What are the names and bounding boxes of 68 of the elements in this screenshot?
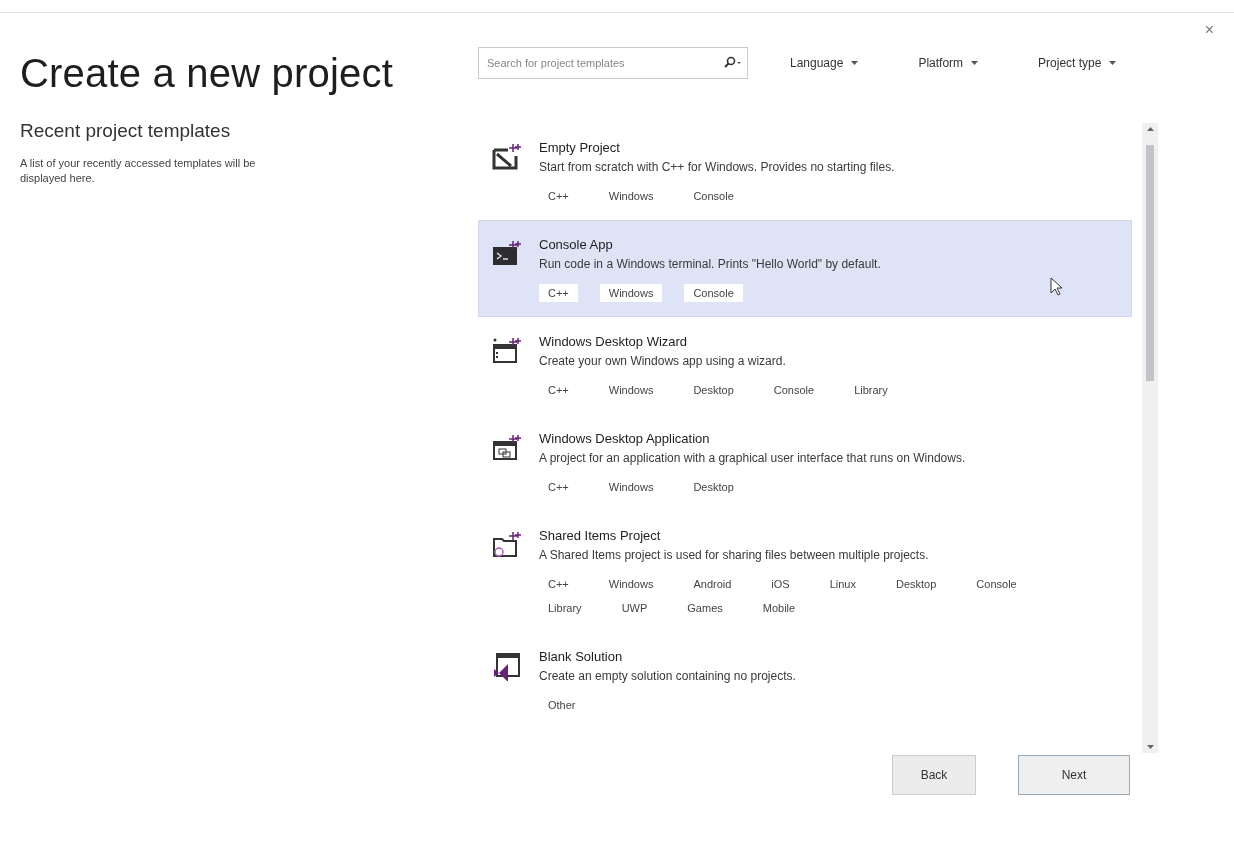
tag: Library xyxy=(539,599,591,617)
tag: Linux xyxy=(820,575,865,593)
tag: Console xyxy=(764,381,824,399)
template-description: A Shared Items project is used for sharing files between multiple projects. xyxy=(539,548,930,562)
tag: Windows xyxy=(599,187,663,205)
desktop-window-icon xyxy=(491,433,523,463)
tag: Console xyxy=(684,284,743,302)
tag: C++ xyxy=(539,284,578,302)
scroll-down-icon xyxy=(1146,745,1154,749)
template-name: Shared Items Project xyxy=(539,528,662,543)
tag: C++ xyxy=(539,478,578,496)
tag: C++ xyxy=(539,381,578,399)
shared-folder-icon xyxy=(491,530,523,560)
tag: Console xyxy=(684,187,743,205)
tag: Games xyxy=(678,599,732,617)
wizard-window-icon xyxy=(491,336,523,366)
template-description: Create your own Windows app using a wizard. xyxy=(539,354,787,368)
section-heading: Recent project templates xyxy=(20,120,232,142)
tag: Mobile xyxy=(753,599,805,617)
dialog-button[interactable]: Next xyxy=(1018,755,1130,795)
tag: Other xyxy=(539,696,585,714)
filter-dropdown[interactable]: Language xyxy=(790,56,859,70)
search-box[interactable]: Search for project templates xyxy=(478,47,748,79)
solution-icon xyxy=(491,651,523,681)
tag: C++ xyxy=(539,187,578,205)
template-name: Blank Solution xyxy=(539,649,624,664)
caret-icon xyxy=(1109,61,1117,65)
template-description: Create an empty solution containing no projects. xyxy=(539,669,796,683)
scrollbar[interactable] xyxy=(1142,123,1158,753)
tag: C++ xyxy=(539,575,578,593)
template-item[interactable]: Windows Desktop Application A project for an application with a graphical user interface that runs on Windows. C++ Windows Desktop xyxy=(478,414,1132,511)
tag: Desktop xyxy=(684,478,743,496)
template-name: Console App xyxy=(539,237,614,252)
template-name: Empty Project xyxy=(539,140,621,155)
filter-dropdown[interactable]: Platform xyxy=(918,56,979,70)
template-item[interactable]: Empty Project Start from scratch with C++ for Windows. Provides no starting files. C++ Windows Console xyxy=(478,123,1132,220)
template-description: Run code in a Windows terminal. Prints "Hello World" by default. xyxy=(539,257,881,271)
template-description: A project for an application with a graphical user interface that runs on Windows. xyxy=(539,451,966,465)
template-item[interactable]: Shared Items Project A Shared Items project is used for sharing files between multiple projects. C++ Windows Android iOS Linux Desktop Console Library UWP Games Mobile xyxy=(478,511,1132,632)
tag: Library xyxy=(845,381,897,399)
close-button[interactable]: × xyxy=(1200,19,1218,41)
filter-dropdown[interactable]: Project type xyxy=(1038,56,1117,70)
template-name: Windows Desktop Wizard xyxy=(539,334,689,349)
template-item[interactable]: Console App Run code in a Windows terminal. Prints "Hello World" by default. C++ Windows Console xyxy=(478,220,1132,317)
scroll-thumb[interactable] xyxy=(1146,145,1154,381)
recent-templates-message: A list of your recently accessed templates will be displayed here. xyxy=(20,156,257,186)
template-item[interactable]: Blank Solution Create an empty solution containing no projects. Other xyxy=(478,632,1132,729)
scroll-up-icon xyxy=(1146,127,1154,131)
tag: Windows xyxy=(599,575,663,593)
template-item[interactable]: Windows Desktop Wizard Create your own Windows app using a wizard. C++ Windows Desktop Console Library xyxy=(478,317,1132,414)
search-icon xyxy=(723,56,741,70)
mouse-cursor-icon xyxy=(1050,277,1062,296)
tag: Android xyxy=(684,575,741,593)
tag: Desktop xyxy=(684,381,743,399)
tag: Desktop xyxy=(887,575,946,593)
template-description: Start from scratch with C++ for Windows. Provides no starting files. xyxy=(539,160,895,174)
tag: Windows xyxy=(599,284,663,302)
template-name: Windows Desktop Application xyxy=(539,431,711,446)
tag: Windows xyxy=(599,478,663,496)
tag: iOS xyxy=(762,575,799,593)
tag: UWP xyxy=(612,599,657,617)
caret-icon xyxy=(851,61,859,65)
empty-project-icon xyxy=(491,142,523,172)
tag: Console xyxy=(967,575,1026,593)
dialog-button[interactable]: Back xyxy=(892,755,976,795)
tag: Windows xyxy=(599,381,663,399)
page-title: Create a new project xyxy=(20,51,395,96)
caret-icon xyxy=(971,61,979,65)
